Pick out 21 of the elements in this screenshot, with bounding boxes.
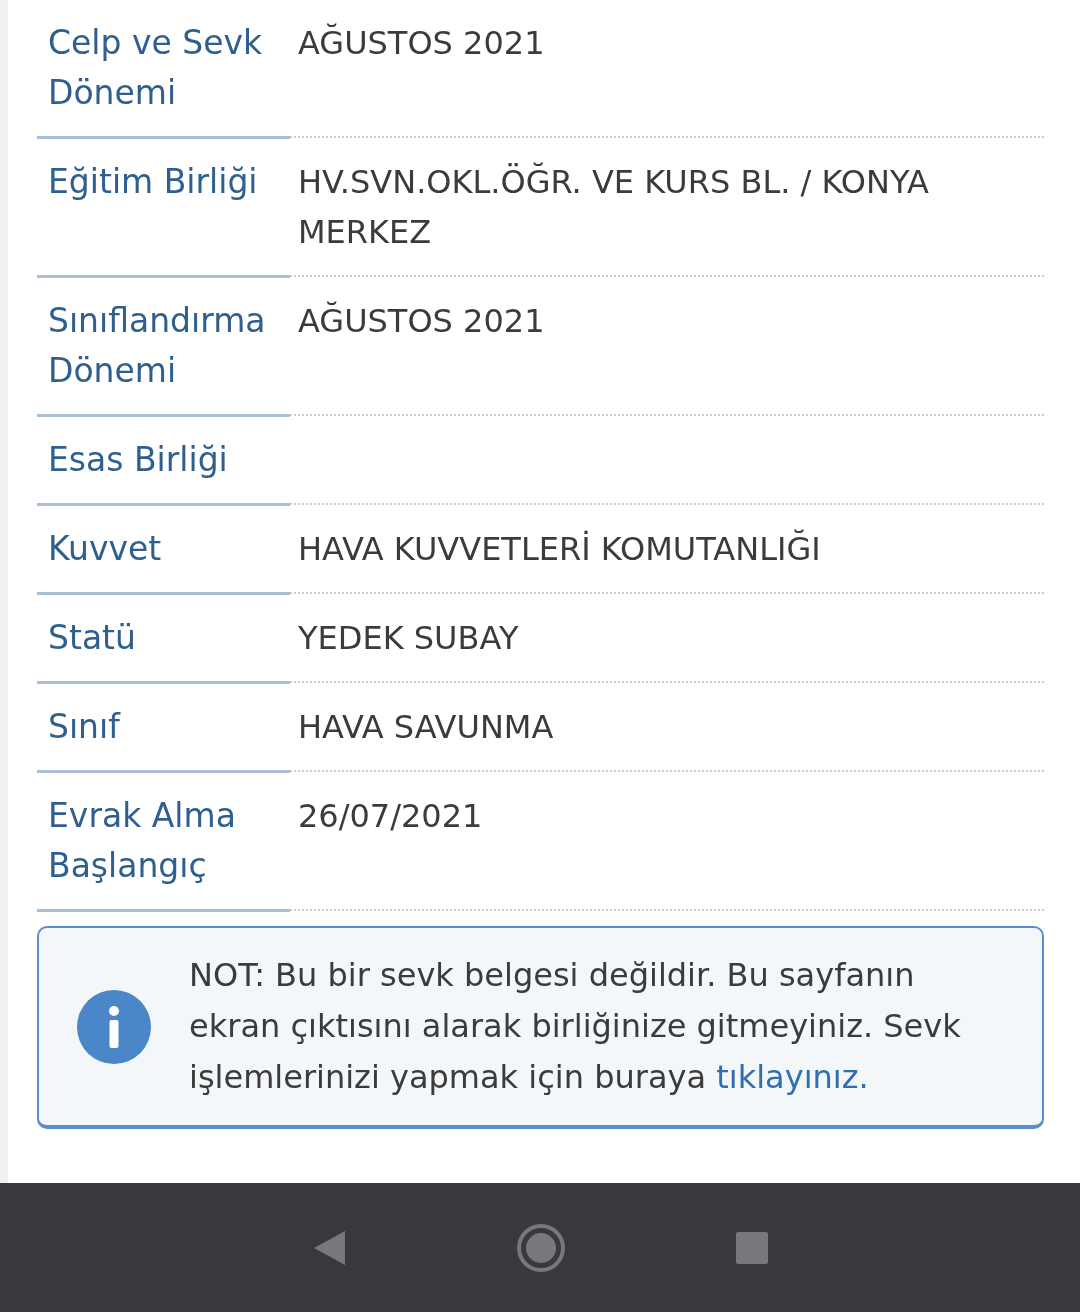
field-value: AĞUSTOS 2021 [290,0,1044,138]
note-text: NOT: Bu bir sevk belgesi değildir. Bu sayfanın ekran çıktısını alarak birliğinize gitmeyiniz. Sevk işlemlerinizi yapmak için buraya tıklayınız. [189,955,962,1098]
field-label: Sınıflandırma Dönemi [37,278,290,417]
field-label: Statü [37,595,290,684]
home-icon[interactable] [516,1222,566,1273]
field-value: AĞUSTOS 2021 [290,278,1044,416]
field-label: Eğitim Birliği [37,139,290,278]
field-label: Kuvvet [37,506,290,595]
field-value: HAVA KUVVETLERİ KOMUTANLIĞI [290,506,1044,594]
field-label: Celp ve Sevk Dönemi [37,0,290,139]
field-value: HAVA SAVUNMA [290,684,1044,772]
info-icon [77,989,151,1064]
field-label: Esas Birliği [37,417,290,506]
field-value: YEDEK SUBAY [290,595,1044,683]
field-label: Sınıf [37,684,290,773]
field-value: 26/07/2021 [290,773,1044,911]
field-value: HV.SVN.OKL.ÖĞR. VE KURS BL. / KONYA MERKEZ [290,139,1044,277]
click-here-link[interactable]: tıklayınız. [716,1058,869,1096]
field-label: Evrak Alma Başlangıç [37,773,290,912]
back-icon[interactable] [312,1228,346,1267]
recents-icon[interactable] [736,1231,768,1264]
